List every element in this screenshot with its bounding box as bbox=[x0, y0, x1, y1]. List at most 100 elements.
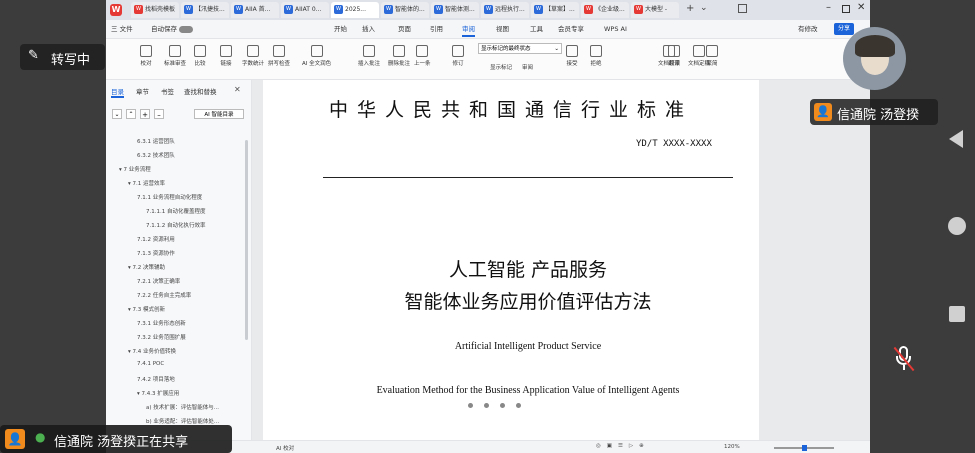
outline-scrollbar[interactable] bbox=[245, 140, 248, 340]
toc-item[interactable]: a) 技术扩展：评估智能体与... bbox=[146, 403, 219, 411]
nav-tab-toc[interactable]: 目录 bbox=[111, 86, 124, 98]
toc-item[interactable]: 7.2.1 决策正确率 bbox=[137, 277, 180, 285]
menu-item[interactable]: 三 文件 bbox=[111, 23, 133, 35]
toc-item[interactable]: 7.2.2 任务自主完成率 bbox=[137, 291, 191, 299]
zoom-slider-thumb[interactable] bbox=[802, 445, 807, 451]
ai-toc-button[interactable]: AI 智能目录 bbox=[194, 109, 244, 119]
expand-all-button[interactable]: ⌃ bbox=[126, 109, 136, 119]
add-heading-button[interactable]: + bbox=[140, 109, 150, 119]
toc-item[interactable]: 7.3.1 业务形态创新 bbox=[137, 319, 186, 327]
document-tab[interactable]: W 智能体的... bbox=[381, 2, 429, 18]
ribbon-button[interactable]: 繁简 bbox=[706, 45, 718, 67]
ribbon-button[interactable]: 修订 bbox=[452, 45, 464, 67]
maximize-button[interactable] bbox=[842, 5, 850, 13]
minimize-button[interactable]: – bbox=[826, 2, 831, 13]
nav-tab-sections[interactable]: 章节 bbox=[136, 86, 149, 96]
nav-tab-find-replace[interactable]: 查找和替换 bbox=[184, 86, 217, 96]
ribbon-button[interactable]: 拼写检查 bbox=[268, 45, 290, 67]
close-pane-icon[interactable]: ✕ bbox=[234, 85, 241, 94]
toc-item[interactable]: ▾ 7.4.3 扩展应用 bbox=[137, 389, 179, 397]
toc-item[interactable]: 7.4.2 项目落地 bbox=[137, 375, 175, 383]
ribbon-button[interactable]: 插入批注 bbox=[358, 45, 380, 67]
ribbon-button[interactable]: 校对 bbox=[140, 45, 152, 67]
toc-item[interactable]: 7.1.1.2 自动化执行效率 bbox=[146, 221, 206, 229]
document-tab[interactable]: W 2025... bbox=[331, 2, 379, 18]
document-tab[interactable]: W 找稻壳模板 bbox=[131, 2, 179, 18]
view-mode-icons[interactable]: ◎▣☰▷⊕ bbox=[596, 443, 650, 449]
document-tab[interactable]: W 《企业级... bbox=[581, 2, 629, 18]
ribbon-button[interactable]: 删除批注 bbox=[388, 45, 410, 67]
tab-list-icon[interactable]: ⌄ bbox=[700, 3, 708, 13]
ai-proofread-status[interactable]: AI 校对 bbox=[276, 444, 294, 452]
toc-item-label: 7.4.3 扩展应用 bbox=[141, 391, 180, 397]
ribbon-button[interactable]: AI 全文润色 bbox=[302, 45, 331, 67]
ribbon-tool-icon bbox=[140, 45, 152, 57]
ribbon-button[interactable]: 链接 bbox=[220, 45, 232, 67]
ribbon-button[interactable]: 比较 bbox=[194, 45, 206, 67]
toc-item[interactable]: 7.1.1.1 自动化覆盖程度 bbox=[146, 207, 206, 215]
remove-heading-button[interactable]: – bbox=[154, 109, 164, 119]
toc-item[interactable]: ▾ 7 业务流程 bbox=[119, 165, 151, 173]
toc-item[interactable]: 7.3.2 业务范围扩展 bbox=[137, 333, 186, 341]
ribbon-button[interactable]: 上一条 bbox=[414, 45, 431, 67]
menu-bar: 三 文件 自动保存 开始 插入 页面 引用 审阅 视图 工具 会员专享 WPS AI 有修改 分享 bbox=[106, 20, 870, 39]
toc-item-label: 7.1.1.1 自动化覆盖程度 bbox=[146, 209, 206, 215]
document-tab[interactable]: W 大模型 - bbox=[631, 2, 679, 18]
collapse-all-button[interactable]: ⌄ bbox=[112, 109, 122, 119]
menu-item[interactable]: 会员专享 bbox=[558, 23, 584, 35]
menu-item[interactable]: 视图 bbox=[496, 23, 509, 35]
ribbon-button[interactable]: 接受 bbox=[566, 45, 578, 67]
window-layout-icon[interactable] bbox=[738, 4, 747, 13]
document-tab[interactable]: W 智能体测... bbox=[431, 2, 479, 18]
ribbon-button[interactable]: 拒绝 bbox=[590, 45, 602, 67]
toc-item[interactable]: ▾ 7.1 运营效率 bbox=[128, 179, 165, 187]
document-tab[interactable]: W AIIAT 0... bbox=[281, 2, 329, 18]
toc-item[interactable]: b) 业务适配：评估智能体处... bbox=[146, 417, 219, 425]
ribbon-button[interactable]: 审阅 bbox=[522, 63, 533, 71]
toc-item[interactable]: ▾ 7.2 决策辅助 bbox=[128, 263, 165, 271]
standard-code: YD/T XXXX-XXXX bbox=[636, 139, 712, 149]
side-recent-button[interactable] bbox=[949, 306, 965, 322]
share-button[interactable]: 分享 bbox=[834, 23, 855, 35]
ribbon-button[interactable]: 显示标记 bbox=[490, 63, 512, 71]
markup-display-select[interactable]: 显示标记的最终状态 ⌄ bbox=[478, 43, 562, 54]
document-tab[interactable]: W 【草案】... bbox=[531, 2, 579, 18]
side-home-button[interactable] bbox=[948, 217, 966, 235]
close-button[interactable]: ✕ bbox=[857, 2, 865, 13]
toc-item[interactable]: 7.1.3 资源协作 bbox=[137, 249, 175, 257]
nav-tab-bookmarks[interactable]: 书签 bbox=[161, 86, 174, 96]
zoom-level[interactable]: 120% bbox=[724, 444, 740, 450]
menu-item[interactable]: 审阅 bbox=[462, 23, 475, 37]
autosave-toggle[interactable] bbox=[179, 26, 193, 33]
menu-item[interactable]: 页面 bbox=[398, 23, 411, 35]
document-tab[interactable]: W AIIA 首... bbox=[231, 2, 279, 18]
toc-item[interactable]: 7.1.2 资源利用 bbox=[137, 235, 175, 243]
ribbon-button[interactable]: 标准审查 bbox=[164, 45, 186, 67]
menu-item[interactable]: WPS AI bbox=[604, 23, 627, 35]
menu-item[interactable]: 工具 bbox=[530, 23, 543, 35]
menu-item[interactable]: 插入 bbox=[362, 23, 375, 35]
toc-item[interactable]: 7.1.1 业务流程自动化程度 bbox=[137, 193, 202, 201]
new-tab-button[interactable]: + bbox=[686, 3, 694, 14]
ribbon-button[interactable]: 字数统计 bbox=[242, 45, 264, 67]
ribbon-button[interactable]: 翻译 bbox=[668, 45, 680, 67]
toc-item[interactable]: 6.3.2 技术团队 bbox=[137, 151, 175, 159]
toc-item[interactable]: 7.4.1 POC bbox=[137, 361, 164, 367]
toc-item[interactable]: ▾ 7.4 业务价值转换 bbox=[128, 347, 176, 355]
ribbon-button-label: AI 全文润色 bbox=[302, 61, 332, 67]
document-page[interactable]: 中华人民共和国通信行业标准 YD/T XXXX-XXXX 人工智能 产品服务 智… bbox=[263, 80, 759, 440]
menu-item[interactable]: 开始 bbox=[334, 23, 347, 35]
toc-item[interactable]: 6.3.1 运营团队 bbox=[137, 137, 175, 145]
ai-toc-label: AI 智能目录 bbox=[204, 112, 234, 118]
menu-item[interactable]: 自动保存 bbox=[151, 23, 177, 35]
document-tab[interactable]: W 【汛捷技... bbox=[181, 2, 229, 18]
mic-muted-icon[interactable] bbox=[893, 346, 915, 372]
side-back-button[interactable] bbox=[949, 130, 963, 148]
toc-item[interactable]: ▾ 7.3 模式创新 bbox=[128, 305, 165, 313]
transcribing-badge[interactable]: ✎ 转写中 bbox=[20, 44, 105, 70]
document-tab[interactable]: W 远程执行... bbox=[481, 2, 529, 18]
standard-header: 中华人民共和国通信行业标准 bbox=[328, 99, 693, 121]
zoom-slider[interactable] bbox=[774, 445, 834, 451]
menu-item[interactable]: 引用 bbox=[430, 23, 443, 35]
doc-type-icon: W bbox=[484, 5, 493, 14]
